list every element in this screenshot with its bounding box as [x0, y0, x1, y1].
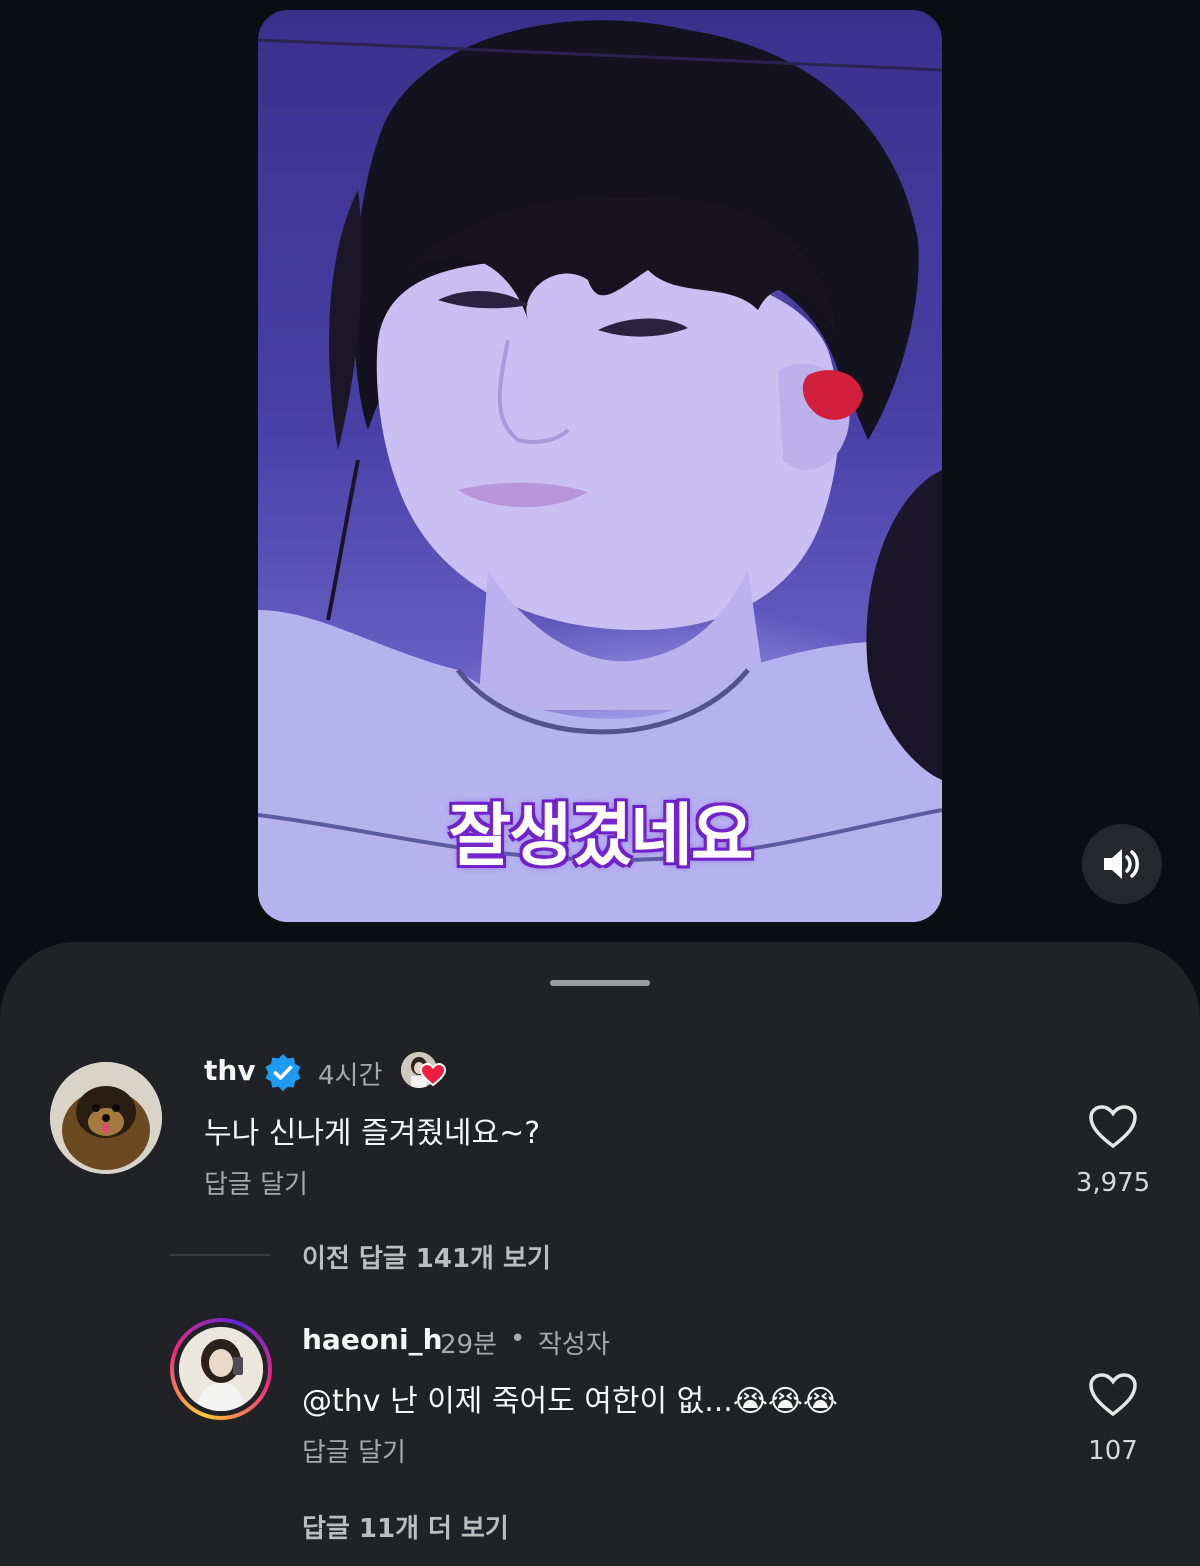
- meta-separator: •: [510, 1324, 526, 1354]
- comment-timestamp: 4시간: [318, 1061, 383, 1091]
- sheet-drag-handle[interactable]: [550, 980, 650, 986]
- user-avatar-image: [179, 1327, 263, 1411]
- like-heart-icon[interactable]: [1088, 1372, 1138, 1418]
- verified-badge-icon: [265, 1054, 301, 1092]
- sound-toggle-button[interactable]: [1082, 824, 1162, 904]
- comment-text: 누나 신나게 즐겨줬네요~?: [204, 1116, 541, 1151]
- like-count: 3,975: [1075, 1168, 1151, 1198]
- speaker-icon: [1104, 849, 1139, 879]
- reply-username[interactable]: haeoni_h: [302, 1323, 443, 1356]
- reply-button[interactable]: 답글 달기: [204, 1164, 308, 1201]
- author-badge: 작성자: [538, 1330, 610, 1360]
- dog-avatar-image: [50, 1062, 162, 1174]
- reply-text: @thv 난 이제 죽어도 여한이 없...😭😭😭: [302, 1384, 838, 1419]
- like-count: 107: [1088, 1436, 1138, 1466]
- reply-timestamp: 29분: [440, 1330, 498, 1360]
- author-liked-heart-icon: [420, 1063, 446, 1087]
- replies-divider: [170, 1254, 270, 1256]
- comments-sheet: thv 4시간 누나 신나게 즐겨줬네요~? 답글 달기 3,975 이전 답글…: [0, 942, 1200, 1566]
- avatar: [179, 1327, 263, 1411]
- like-heart-icon[interactable]: [1088, 1104, 1138, 1150]
- view-more-replies-button[interactable]: 답글 11개 더 보기: [302, 1508, 509, 1545]
- avatar[interactable]: [50, 1062, 162, 1174]
- comment-username[interactable]: thv: [204, 1054, 256, 1087]
- story-ring[interactable]: [170, 1318, 272, 1420]
- view-previous-replies-button[interactable]: 이전 답글 141개 보기: [302, 1238, 551, 1275]
- reply-button[interactable]: 답글 달기: [302, 1432, 406, 1469]
- video-player[interactable]: 잘생겼네요: [258, 10, 942, 922]
- video-caption: 잘생겼네요: [448, 797, 754, 876]
